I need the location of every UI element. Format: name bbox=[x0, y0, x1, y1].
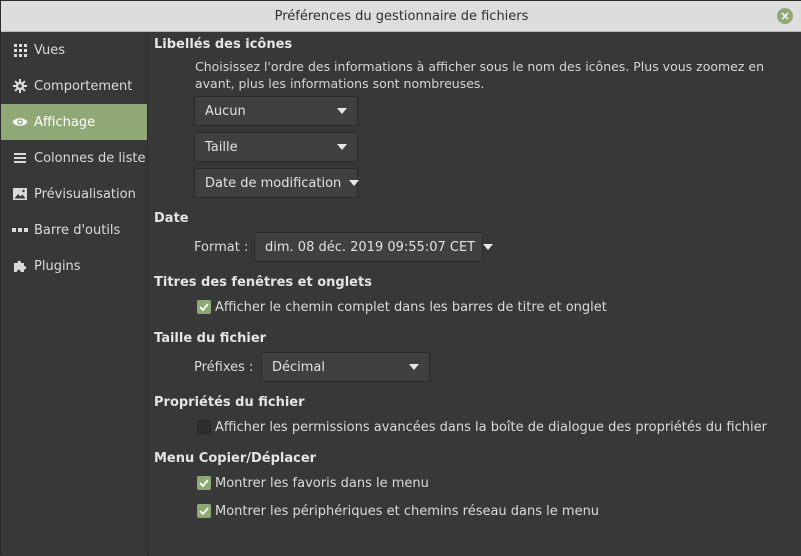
caption-select-2-value: Taille bbox=[205, 139, 238, 155]
caption-select-2[interactable]: Taille bbox=[194, 132, 358, 162]
puzzle-icon bbox=[12, 258, 28, 274]
sidebar-item-label: Colonnes de liste bbox=[34, 150, 146, 166]
dropdown-arrow-icon bbox=[337, 144, 347, 150]
caption-select-1-value: Aucun bbox=[205, 103, 246, 119]
date-format-select[interactable]: dim. 08 déc. 2019 09:55:07 CET bbox=[254, 232, 494, 262]
list-icon bbox=[12, 150, 28, 166]
sidebar-item-comportement[interactable]: Comportement bbox=[1, 68, 147, 104]
gear-icon bbox=[12, 78, 28, 94]
titlebar[interactable]: Préférences du gestionnaire de fichiers … bbox=[1, 1, 801, 32]
icon-captions-description: Choisissez l'ordre des informations à af… bbox=[195, 59, 765, 91]
sidebar-item-previsualisation[interactable]: Prévisualisation bbox=[1, 176, 147, 212]
favorites-checkbox-row[interactable]: Montrer les favoris dans le menu bbox=[197, 474, 429, 492]
eye-icon bbox=[12, 114, 28, 130]
full-path-checkbox-row[interactable]: Afficher le chemin complet dans les barr… bbox=[197, 298, 607, 316]
sidebar: Vues Comportement Affichage Colonnes de … bbox=[1, 32, 148, 556]
checkmark-icon bbox=[199, 507, 209, 515]
sidebar-item-colonnes-de-liste[interactable]: Colonnes de liste bbox=[1, 140, 147, 176]
preferences-window: Préférences du gestionnaire de fichiers … bbox=[0, 0, 801, 556]
grid-dots-icon bbox=[12, 42, 28, 58]
sidebar-item-label: Barre d'outils bbox=[34, 222, 121, 238]
prefixes-select[interactable]: Décimal bbox=[261, 352, 430, 382]
window-title: Préférences du gestionnaire de fichiers bbox=[274, 9, 529, 24]
caption-select-3-value: Date de modification bbox=[205, 175, 342, 191]
date-format-label: Format : bbox=[194, 240, 249, 255]
prefixes-label: Préfixes : bbox=[194, 360, 254, 375]
image-icon bbox=[12, 186, 28, 202]
sidebar-item-barre-d-outils[interactable]: Barre d'outils bbox=[1, 212, 147, 248]
devices-checkbox-row[interactable]: Montrer les périphériques et chemins rés… bbox=[197, 502, 599, 520]
sidebar-item-affichage[interactable]: Affichage bbox=[1, 104, 147, 140]
favorites-label: Montrer les favoris dans le menu bbox=[215, 475, 429, 491]
full-path-label: Afficher le chemin complet dans les barr… bbox=[215, 299, 607, 315]
favorites-checkbox[interactable] bbox=[197, 476, 211, 490]
close-button[interactable]: × bbox=[777, 8, 793, 24]
sidebar-item-label: Plugins bbox=[34, 258, 81, 274]
dropdown-arrow-icon bbox=[483, 244, 494, 250]
sidebar-item-label: Comportement bbox=[34, 78, 133, 94]
section-heading-window-titles: Titres des fenêtres et onglets bbox=[154, 275, 372, 290]
sidebar-item-vues[interactable]: Vues bbox=[1, 32, 147, 68]
section-heading-date: Date bbox=[154, 211, 189, 226]
section-heading-copy-move-menu: Menu Copier/Déplacer bbox=[154, 451, 317, 466]
caption-select-3[interactable]: Date de modification bbox=[194, 168, 360, 198]
sidebar-item-label: Prévisualisation bbox=[34, 186, 136, 202]
dropdown-arrow-icon bbox=[349, 180, 360, 186]
sidebar-item-label: Affichage bbox=[34, 114, 96, 130]
section-heading-file-properties: Propriétés du fichier bbox=[154, 395, 305, 410]
sidebar-item-label: Vues bbox=[34, 42, 66, 58]
caption-select-1[interactable]: Aucun bbox=[194, 96, 358, 126]
dropdown-arrow-icon bbox=[409, 364, 419, 370]
sidebar-item-plugins[interactable]: Plugins bbox=[1, 248, 147, 284]
devices-label: Montrer les périphériques et chemins rés… bbox=[215, 503, 600, 519]
advanced-permissions-label: Afficher les permissions avancées dans l… bbox=[215, 419, 767, 435]
date-format-value: dim. 08 déc. 2019 09:55:07 CET bbox=[265, 239, 476, 255]
advanced-permissions-checkbox[interactable] bbox=[197, 420, 211, 434]
dropdown-arrow-icon bbox=[337, 108, 347, 114]
checkmark-icon bbox=[199, 303, 209, 311]
checkmark-icon bbox=[199, 479, 209, 487]
settings-panel: Libellés des icônes Choisissez l'ordre d… bbox=[149, 32, 801, 556]
devices-checkbox[interactable] bbox=[197, 504, 211, 518]
full-path-checkbox[interactable] bbox=[197, 300, 211, 314]
section-heading-icon-captions: Libellés des icônes bbox=[154, 37, 293, 52]
advanced-permissions-checkbox-row[interactable]: Afficher les permissions avancées dans l… bbox=[197, 418, 767, 436]
toolbar-dots-icon bbox=[12, 222, 28, 238]
prefixes-value: Décimal bbox=[272, 359, 326, 375]
close-icon: × bbox=[779, 9, 791, 23]
section-heading-file-size: Taille du fichier bbox=[154, 331, 267, 346]
